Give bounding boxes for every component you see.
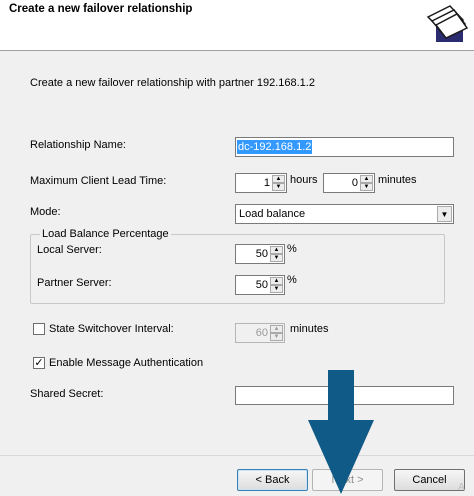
up-arrow-icon[interactable]: ▲ (270, 277, 283, 285)
partner-server-value: 50 (255, 279, 268, 291)
up-arrow-icon[interactable]: ▲ (270, 325, 283, 333)
shared-secret-label: Shared Secret: (30, 388, 104, 400)
partner-server-stepper[interactable]: 50 ▲ ▼ (235, 275, 285, 295)
local-server-value: 50 (255, 248, 268, 260)
cancel-button-label: Cancel (412, 474, 447, 486)
state-switchover-label: State Switchover Interval: (49, 323, 174, 335)
back-button-label: < Back (255, 474, 290, 486)
local-server-unit: % (287, 243, 297, 255)
down-arrow-icon[interactable]: ▼ (360, 183, 373, 191)
state-switchover-checkbox[interactable] (33, 323, 45, 335)
up-arrow-icon[interactable]: ▲ (360, 175, 373, 183)
chevron-down-icon[interactable]: ▼ (437, 206, 452, 222)
mode-select[interactable]: Load balance ▼ (235, 204, 454, 224)
state-switchover-unit: minutes (290, 323, 329, 335)
relationship-name-value: dc-192.168.1.2 (237, 140, 313, 154)
hours-stepper[interactable]: 1 ▲ ▼ (235, 173, 287, 193)
folders-icon (420, 1, 472, 47)
mode-label: Mode: (30, 206, 61, 218)
down-arrow-icon[interactable]: ▼ (270, 254, 283, 262)
minutes-label: minutes (378, 174, 417, 186)
page-title: Create a new failover relationship (9, 3, 193, 15)
wizard-header: Create a new failover relationship (0, 0, 474, 51)
down-arrow-icon[interactable]: ▼ (272, 183, 285, 191)
intro-text: Create a new failover relationship with … (30, 77, 315, 89)
state-switchover-value: 60 (255, 327, 268, 339)
down-arrow-icon[interactable]: ▼ (270, 333, 283, 341)
local-server-stepper[interactable]: 50 ▲ ▼ (235, 244, 285, 264)
relationship-name-input[interactable]: dc-192.168.1.2 (235, 137, 454, 157)
checkmark-icon: ✓ (34, 356, 44, 369)
message-auth-label: Enable Message Authentication (49, 357, 204, 369)
minutes-value: 0 (351, 177, 358, 189)
corner-mark: A (458, 482, 465, 493)
local-server-label: Local Server: (37, 244, 102, 256)
down-arrow-icon[interactable]: ▼ (270, 285, 283, 293)
message-auth-checkbox[interactable]: ✓ (33, 357, 45, 369)
hours-value: 1 (263, 177, 270, 189)
up-arrow-icon[interactable]: ▲ (272, 175, 285, 183)
max-client-lead-time-label: Maximum Client Lead Time: (30, 175, 167, 187)
up-arrow-icon[interactable]: ▲ (270, 246, 283, 254)
footer-divider (0, 455, 474, 456)
load-balance-group-title: Load Balance Percentage (40, 228, 171, 240)
cancel-button[interactable]: Cancel (394, 469, 465, 491)
hours-label: hours (290, 174, 318, 186)
mode-value: Load balance (239, 208, 306, 220)
partner-server-unit: % (287, 274, 297, 286)
relationship-name-label: Relationship Name: (30, 139, 126, 151)
pointer-arrow-icon (308, 370, 374, 494)
minutes-stepper[interactable]: 0 ▲ ▼ (323, 173, 375, 193)
back-button[interactable]: < Back (237, 469, 308, 491)
partner-server-label: Partner Server: (37, 277, 112, 289)
state-switchover-stepper[interactable]: 60 ▲ ▼ (235, 323, 285, 343)
